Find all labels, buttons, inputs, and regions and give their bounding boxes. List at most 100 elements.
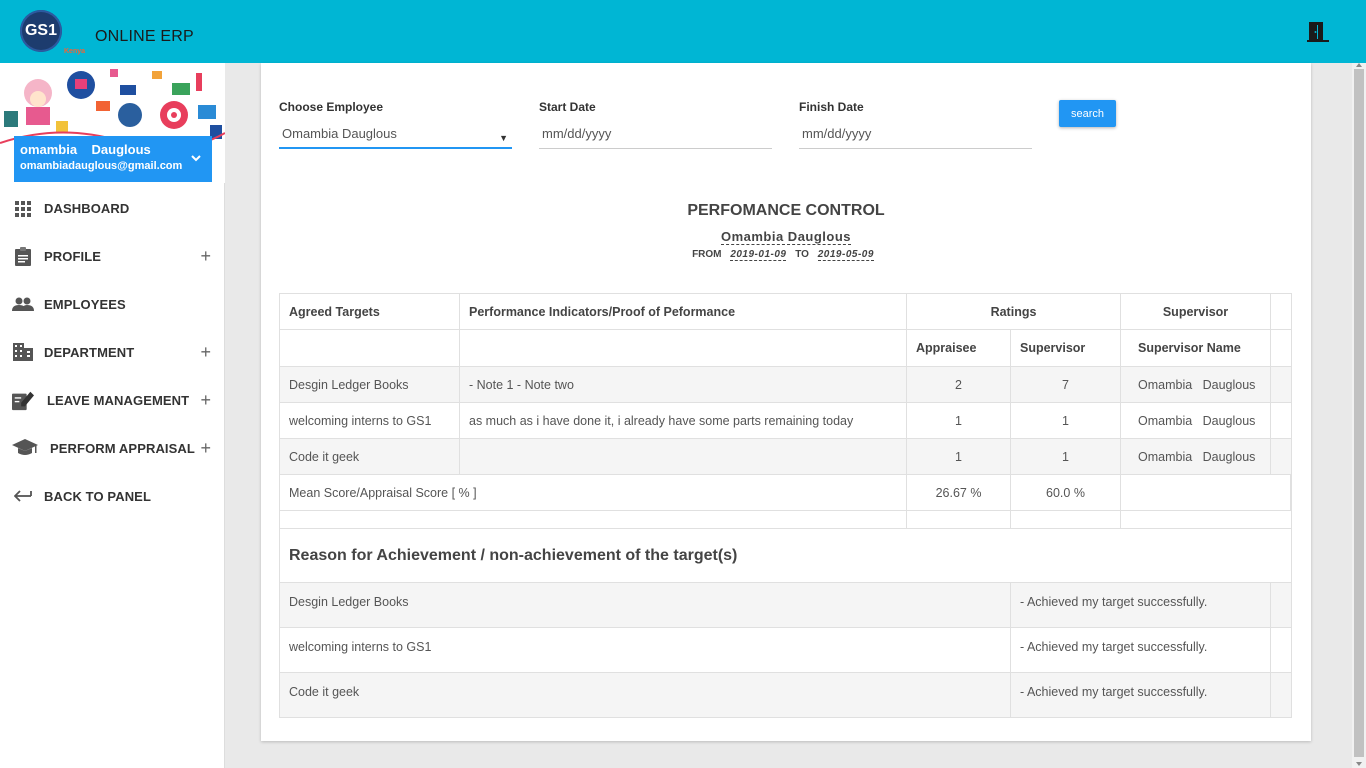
start-date-field: Start Date mm/dd/yyyy (539, 100, 772, 149)
reason-row: Desgin Ledger Books - Achieved my target… (280, 583, 1291, 628)
indicator-cell: - Note 1 - Note two (460, 367, 907, 402)
table-header-row: Agreed Targets Performance Indicators/Pr… (280, 294, 1291, 330)
header-ratings: Ratings (907, 294, 1121, 329)
employee-field: Choose Employee Omambia Dauglous ▼ (279, 100, 512, 149)
appraisee-rating-cell: 1 (907, 403, 1011, 438)
scroll-down-arrow[interactable] (1356, 762, 1362, 766)
reason-target-cell: Code it geek (280, 673, 1011, 717)
spacer-cell (1121, 511, 1291, 528)
expand-plus-icon[interactable]: + (200, 342, 211, 363)
edit-document-icon (12, 389, 34, 411)
start-date-label: Start Date (539, 100, 596, 114)
table-subheader-row: Appraisee Supervisor Supervisor Name (280, 330, 1291, 367)
top-bar: GS1 Kenya ONLINE ERP (0, 0, 1366, 63)
header-appraisee: Appraisee (907, 330, 1011, 366)
sidebar-item-label: EMPLOYEES (44, 296, 126, 312)
employee-label: Choose Employee (279, 100, 384, 114)
exit-door-icon[interactable] (1305, 20, 1331, 44)
indicator-cell (460, 439, 907, 474)
reason-text-cell: - Achieved my target successfully. (1011, 628, 1271, 672)
clipboard-icon (12, 245, 34, 267)
sidebar-item-profile[interactable]: PROFILE + (0, 232, 225, 280)
employee-select-value: Omambia Dauglous (282, 126, 397, 141)
appraisal-table: Agreed Targets Performance Indicators/Pr… (279, 293, 1292, 718)
sidebar-item-label: BACK TO PANEL (44, 488, 151, 504)
to-label: TO (795, 249, 809, 260)
indicator-cell: as much as i have done it, i already hav… (460, 403, 907, 438)
sidebar: omambia Dauglous omambiadauglous@gmail.c… (0, 63, 225, 768)
gs1-logo[interactable]: GS1 Kenya (20, 10, 85, 55)
finish-date-input[interactable]: mm/dd/yyyy (799, 124, 1032, 149)
spacer-row (280, 511, 1291, 529)
user-email: omambiadauglous@gmail.com (20, 160, 183, 172)
dropdown-arrow-icon: ▼ (499, 133, 508, 143)
start-date-input[interactable]: mm/dd/yyyy (539, 124, 772, 149)
sidebar-item-employees[interactable]: EMPLOYEES (0, 280, 225, 328)
supervisor-rating-cell: 7 (1011, 367, 1121, 402)
subheader-empty (280, 330, 460, 366)
header-performance-indicators: Performance Indicators/Proof of Peforman… (460, 294, 907, 329)
scroll-up-arrow[interactable] (1356, 63, 1362, 67)
employee-select[interactable]: Omambia Dauglous ▼ (279, 124, 512, 149)
supervisor-rating-cell: 1 (1011, 403, 1121, 438)
table-row: welcoming interns to GS1 as much as i ha… (280, 403, 1291, 439)
user-name: omambia Dauglous (20, 142, 151, 157)
header-supervisor: Supervisor (1121, 294, 1271, 329)
building-icon (12, 341, 34, 363)
grid-icon (12, 198, 34, 220)
logo-subtext: Kenya (64, 48, 86, 55)
reason-row: Code it geek - Achieved my target succes… (280, 673, 1291, 717)
sidebar-item-dashboard[interactable]: DASHBOARD (0, 185, 225, 232)
header-supervisor-rating: Supervisor (1011, 330, 1121, 366)
reasons-title-row: Reason for Achievement / non-achievement… (280, 529, 1291, 583)
supervisor-name-cell: Omambia Dauglous (1121, 403, 1271, 438)
sidebar-item-label: PROFILE (44, 248, 102, 264)
page-scrollbar[interactable] (1352, 63, 1366, 768)
mean-appraisee-score: 26.67 % (907, 475, 1011, 510)
search-button[interactable]: search (1059, 100, 1116, 127)
sidebar-item-label: PERFORM APPRAISAL (50, 440, 195, 456)
supervisor-rating-cell: 1 (1011, 439, 1121, 474)
user-card[interactable]: omambia Dauglous omambiadauglous@gmail.c… (14, 136, 212, 182)
target-cell: welcoming interns to GS1 (280, 403, 460, 438)
chevron-down-icon[interactable] (190, 152, 202, 164)
from-date: 2019-01-09 (730, 249, 787, 261)
from-label: FROM (692, 249, 722, 260)
expand-plus-icon[interactable]: + (200, 438, 211, 459)
sidebar-item-perform-appraisal[interactable]: PERFORM APPRAISAL + (0, 424, 225, 472)
reason-row: welcoming interns to GS1 - Achieved my t… (280, 628, 1291, 673)
subheader-empty (460, 330, 907, 366)
back-arrow-icon (12, 485, 34, 507)
table-row: Code it geek 1 1 Omambia Dauglous (280, 439, 1291, 475)
header-agreed-targets: Agreed Targets (280, 294, 460, 329)
sidebar-item-leave-management[interactable]: LEAVE MANAGEMENT + (0, 376, 225, 424)
report-employee: Omambia Dauglous (261, 228, 1311, 246)
table-row: Desgin Ledger Books - Note 1 - Note two … (280, 367, 1291, 403)
appraisee-rating-cell: 2 (907, 367, 1011, 402)
expand-plus-icon[interactable]: + (200, 390, 211, 411)
performance-card: Choose Employee Omambia Dauglous ▼ Start… (261, 63, 1311, 741)
scroll-thumb[interactable] (1354, 69, 1364, 757)
mean-supervisor-score: 60.0 % (1011, 475, 1121, 510)
spacer-cell (907, 511, 1011, 528)
mean-empty-cell (1121, 475, 1291, 510)
mean-score-label: Mean Score/Appraisal Score [ % ] (280, 475, 907, 510)
finish-date-field: Finish Date mm/dd/yyyy (799, 100, 1032, 149)
finish-date-label: Finish Date (799, 100, 864, 114)
reasons-title: Reason for Achievement / non-achievement… (289, 547, 738, 564)
mean-score-row: Mean Score/Appraisal Score [ % ] 26.67 %… (280, 475, 1291, 511)
graduation-cap-icon (12, 437, 38, 459)
target-cell: Desgin Ledger Books (280, 367, 460, 402)
sidebar-item-back-to-panel[interactable]: BACK TO PANEL (0, 472, 225, 520)
sidebar-item-label: LEAVE MANAGEMENT (47, 392, 190, 408)
sidebar-item-label: DEPARTMENT (44, 344, 135, 360)
appraisee-rating-cell: 1 (907, 439, 1011, 474)
logo-text: GS1 (24, 22, 57, 39)
header-supervisor-name: Supervisor Name (1121, 330, 1271, 366)
expand-plus-icon[interactable]: + (200, 246, 211, 267)
sidebar-item-department[interactable]: DEPARTMENT + (0, 328, 225, 376)
report-employee-name: Omambia Dauglous (720, 229, 852, 245)
sidebar-item-label: DASHBOARD (44, 201, 130, 216)
logo-mark: GS1 (20, 10, 62, 52)
reason-target-cell: Desgin Ledger Books (280, 583, 1011, 627)
